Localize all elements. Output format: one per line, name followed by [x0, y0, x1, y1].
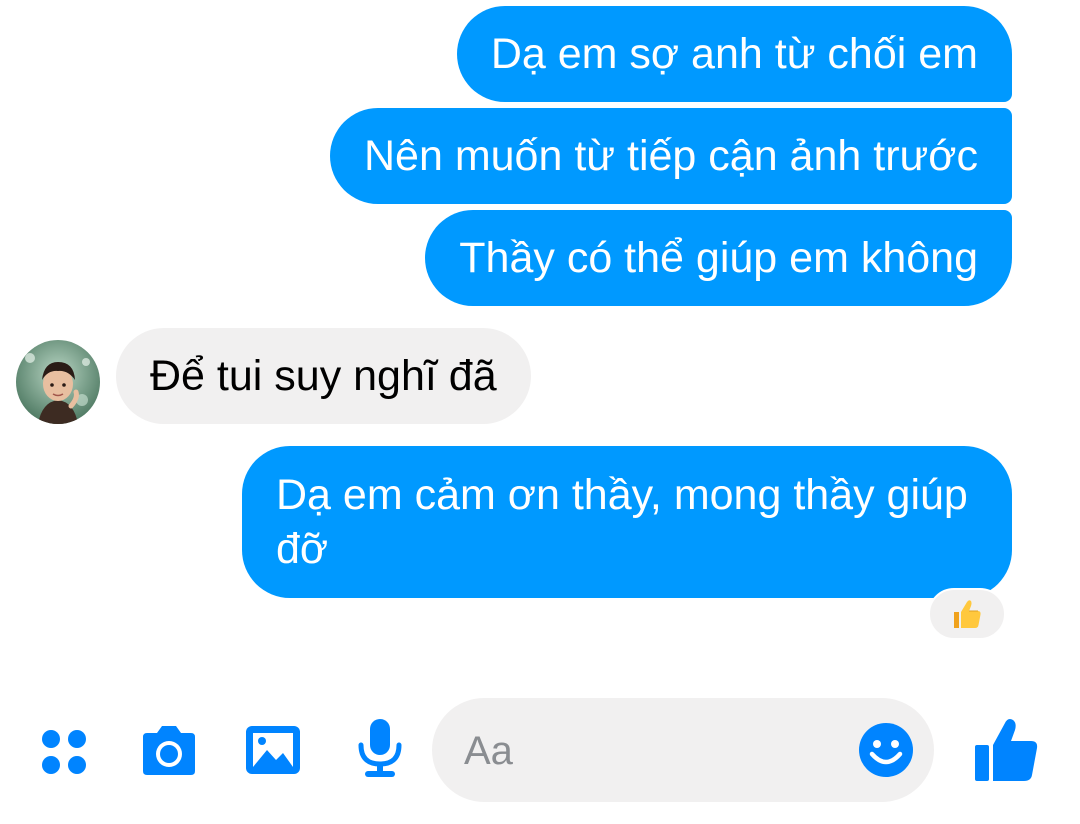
outgoing-message[interactable]: Dạ em cảm ơn thầy, mong thầy giúp đỡ	[242, 446, 1012, 598]
message-reaction[interactable]	[928, 588, 1006, 640]
gallery-icon[interactable]	[242, 720, 304, 780]
like-icon[interactable]	[970, 714, 1042, 786]
outgoing-message[interactable]: Dạ em sợ anh từ chối em	[456, 6, 1012, 102]
thumbs-up-icon	[954, 600, 981, 628]
menu-dots-icon[interactable]	[36, 724, 92, 780]
camera-icon[interactable]	[136, 720, 202, 782]
message-composer[interactable]	[432, 698, 934, 802]
outgoing-message[interactable]: Thầy có thể giúp em không	[425, 210, 1012, 306]
incoming-message[interactable]: Để tui suy nghĩ đã	[116, 328, 531, 424]
emoji-icon[interactable]	[858, 722, 914, 778]
message-input[interactable]	[462, 722, 846, 780]
outgoing-message[interactable]: Nên muốn từ tiếp cận ảnh trước	[329, 108, 1012, 204]
chat-screen: Dạ em sợ anh từ chối em Nên muốn từ tiếp…	[0, 0, 1080, 824]
contact-avatar[interactable]	[16, 340, 100, 424]
microphone-icon[interactable]	[352, 716, 408, 782]
